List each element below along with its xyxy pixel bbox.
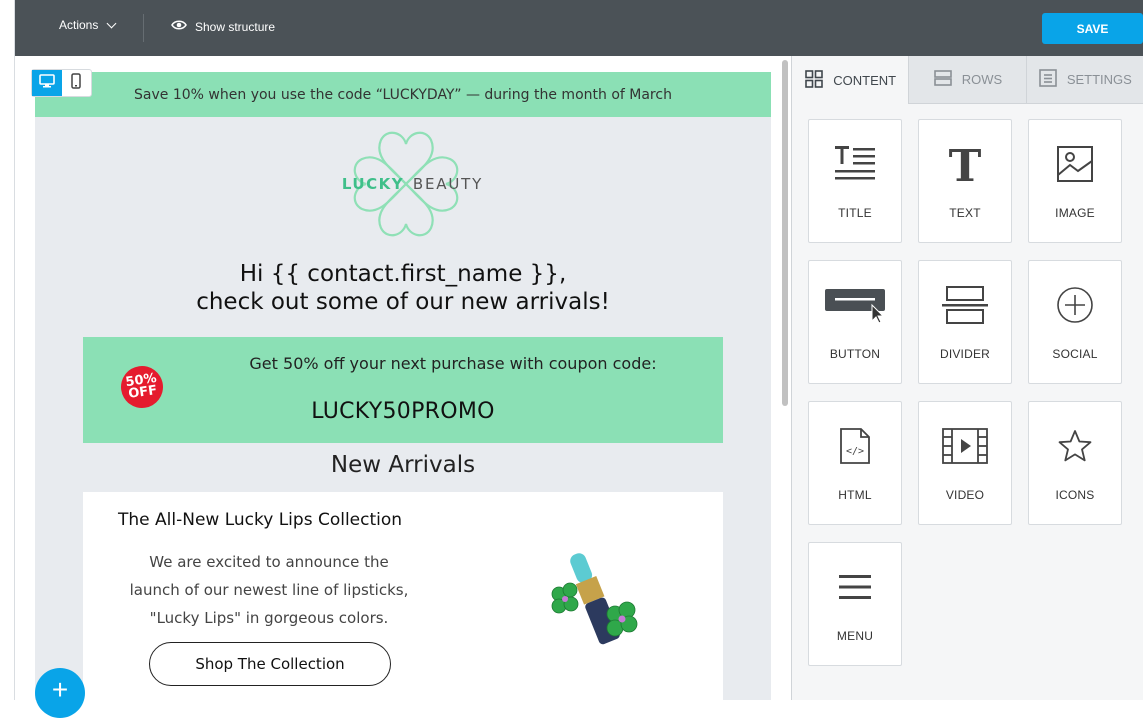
block-html-label: HTML <box>838 488 872 502</box>
content-panel: CONTENT ROWS SETTINGS TITLE T TEXT IMAGE… <box>791 56 1143 700</box>
svg-text:</>: </> <box>846 446 864 457</box>
block-text-label: TEXT <box>949 206 981 220</box>
tab-settings[interactable]: SETTINGS <box>1025 56 1143 104</box>
block-icons-label: ICONS <box>1055 488 1095 502</box>
block-title[interactable]: TITLE <box>808 119 902 243</box>
logo-text-lucky: LUCKY <box>342 175 404 193</box>
actions-menu-button[interactable]: Actions <box>59 18 117 32</box>
lipstick-product-image[interactable] <box>545 542 645 652</box>
divider-icon <box>941 283 989 327</box>
actions-label: Actions <box>59 18 99 32</box>
canvas-scrollbar[interactable] <box>782 60 788 406</box>
block-divider-label: DIVIDER <box>939 347 991 361</box>
tab-rows[interactable]: ROWS <box>908 56 1026 104</box>
product-title: The All-New Lucky Lips Collection <box>118 510 403 530</box>
toolbar-divider <box>143 14 144 42</box>
block-menu-label: MENU <box>836 629 874 643</box>
image-icon <box>1056 142 1094 186</box>
block-html[interactable]: </> HTML <box>808 401 902 525</box>
menu-icon <box>837 565 873 609</box>
desktop-icon <box>38 73 55 93</box>
mobile-icon <box>71 72 81 94</box>
section-heading[interactable]: New Arrivals <box>35 452 771 478</box>
coupon-code: LUCKY50PROMO <box>311 399 495 424</box>
greeting-line-2: check out some of our new arrivals! <box>196 289 610 315</box>
coupon-text: Get 50% off your next purchase with coup… <box>249 354 657 373</box>
clover-logo-icon: LUCKY BEAUTY <box>342 131 483 237</box>
social-icon <box>1055 283 1095 327</box>
show-structure-label: Show structure <box>195 19 276 34</box>
device-preview-toggle <box>31 69 92 97</box>
block-button[interactable]: BUTTON <box>808 260 902 384</box>
tab-settings-label: SETTINGS <box>1066 72 1132 87</box>
block-video-label: VIDEO <box>945 488 985 502</box>
brand-logo[interactable]: LUCKY BEAUTY <box>323 128 489 242</box>
product-card[interactable]: The All-New Lucky Lips Collection We are… <box>83 492 723 700</box>
product-desc-line: We are excited to announce the <box>149 553 389 571</box>
coupon-block[interactable]: 50% OFF Get 50% off your next purchase w… <box>83 337 723 443</box>
content-blocks-grid: TITLE T TEXT IMAGE BUTTON DIVIDER SOCIAL… <box>808 119 1128 666</box>
lipstick-clover-image <box>551 553 638 645</box>
button-icon <box>823 283 887 327</box>
block-video[interactable]: VIDEO <box>918 401 1012 525</box>
rows-icon <box>933 68 953 91</box>
eye-icon <box>171 19 187 34</box>
title-icon <box>833 142 877 186</box>
video-icon <box>941 424 989 468</box>
text-icon: T <box>947 142 983 186</box>
save-button[interactable]: SAVE <box>1042 13 1143 44</box>
block-icons[interactable]: ICONS <box>1028 401 1122 525</box>
product-desc-line: launch of our newest line of lipsticks, <box>129 581 409 599</box>
add-row-button[interactable]: + <box>35 668 85 718</box>
block-image-label: IMAGE <box>1055 206 1095 220</box>
tab-rows-label: ROWS <box>961 72 1003 87</box>
block-social-label: SOCIAL <box>1052 347 1098 361</box>
settings-icon <box>1038 68 1058 91</box>
html-icon: </> <box>839 424 871 468</box>
block-menu[interactable]: MENU <box>808 542 902 666</box>
logo-text-beauty: BEAUTY <box>413 175 483 193</box>
star-icon <box>1057 424 1093 468</box>
email-preview[interactable]: Save 10% when you use the code “LUCKYDAY… <box>35 72 771 700</box>
top-toolbar: Actions Show structure SAVE <box>15 0 1143 56</box>
tab-content-label: CONTENT <box>833 72 897 88</box>
block-image[interactable]: IMAGE <box>1028 119 1122 243</box>
block-social[interactable]: SOCIAL <box>1028 260 1122 384</box>
shop-collection-button[interactable]: Shop The Collection <box>149 642 391 686</box>
plus-icon: + <box>51 674 69 705</box>
show-structure-toggle[interactable]: Show structure <box>171 19 275 34</box>
block-button-label: BUTTON <box>829 347 881 361</box>
block-text[interactable]: T TEXT <box>918 119 1012 243</box>
tab-content[interactable]: CONTENT <box>792 56 909 104</box>
svg-text:T: T <box>949 144 982 184</box>
panel-tabs: CONTENT ROWS SETTINGS <box>792 56 1143 104</box>
grid-icon <box>804 69 824 92</box>
promo-banner[interactable]: Save 10% when you use the code “LUCKYDAY… <box>35 72 771 117</box>
product-desc-line: "Lucky Lips" in gorgeous colors. <box>149 609 389 627</box>
greeting-heading[interactable]: Hi {{ contact.first_name }}, check out s… <box>35 260 771 316</box>
greeting-line-1: Hi {{ contact.first_name }}, <box>239 261 567 287</box>
block-divider[interactable]: DIVIDER <box>918 260 1012 384</box>
block-title-label: TITLE <box>838 206 872 220</box>
left-gutter <box>0 0 15 700</box>
product-description: We are excited to announce the launch of… <box>113 548 425 632</box>
mobile-view-button[interactable] <box>62 70 92 96</box>
promo-banner-text: Save 10% when you use the code “LUCKYDAY… <box>134 86 672 103</box>
desktop-view-button[interactable] <box>32 70 62 96</box>
chevron-down-icon <box>106 18 117 28</box>
